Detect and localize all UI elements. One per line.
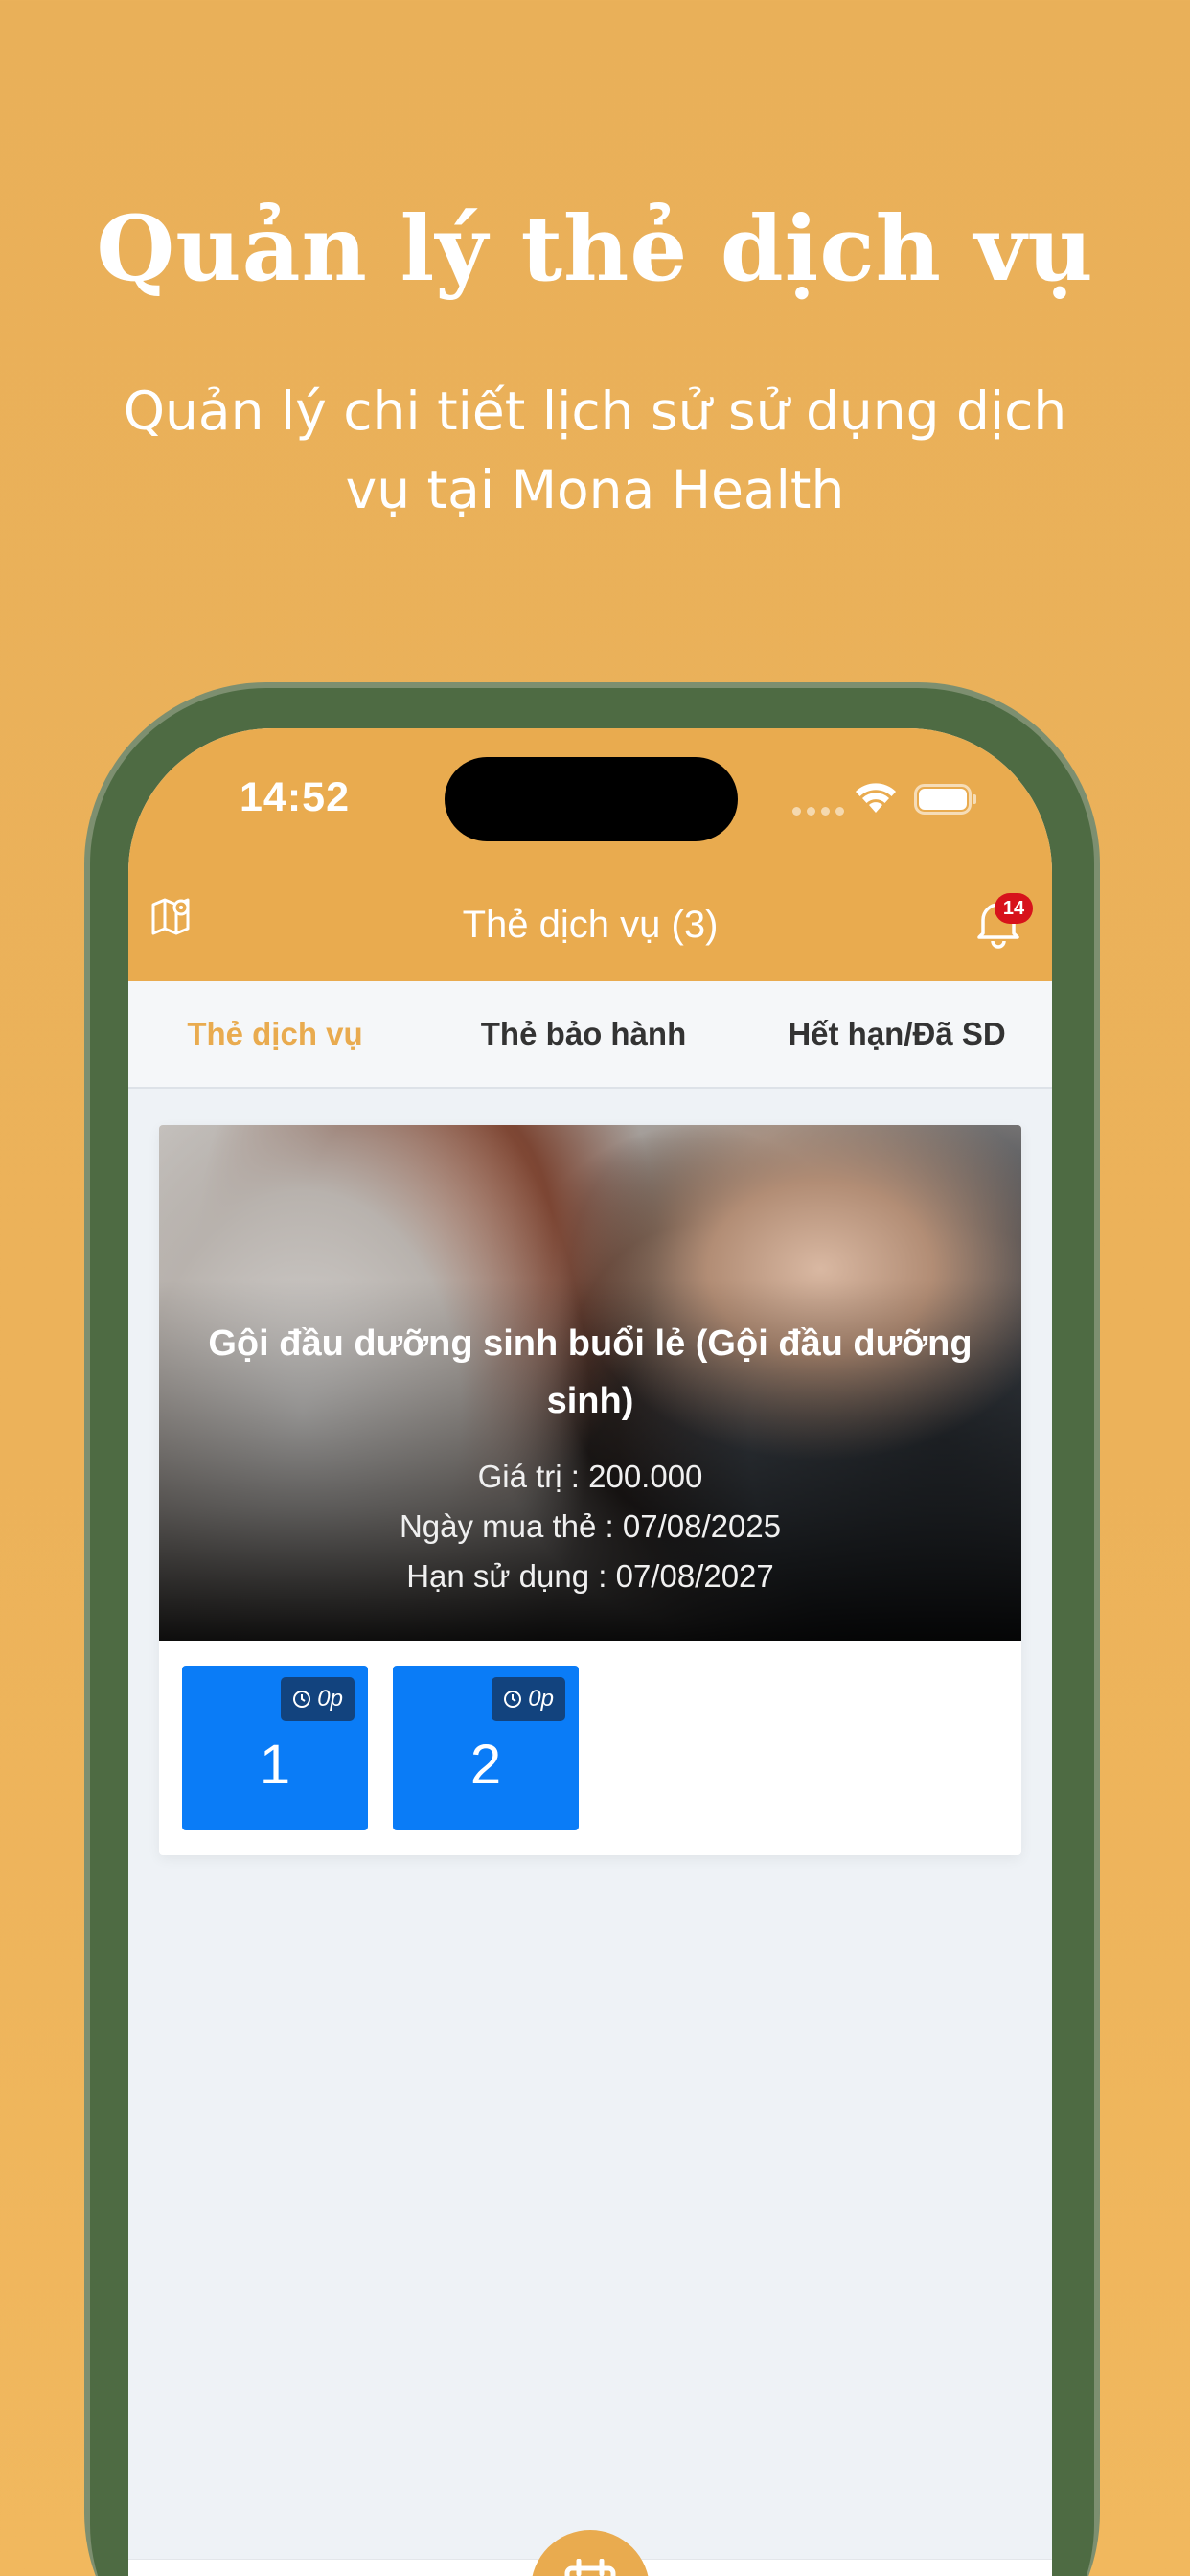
battery-icon	[914, 784, 976, 815]
clock-icon	[504, 1690, 522, 1708]
calendar-button[interactable]	[531, 2530, 650, 2576]
session-number: 1	[259, 1734, 291, 1796]
signal-icon	[792, 807, 844, 816]
session-number: 2	[469, 1734, 502, 1796]
session-tile[interactable]: 0p 2	[393, 1666, 579, 1830]
clock-icon	[293, 1690, 311, 1708]
dynamic-island	[445, 757, 738, 841]
tab-bar: Thẻ dịch vụ Thẻ bảo hành Hết hạn/Đã SD	[128, 981, 1052, 1089]
phone-screen: 14:52 Thẻ dịch vụ (3) 14 Thẻ dịch vụ Thẻ…	[128, 728, 1052, 2576]
tab-service-cards[interactable]: Thẻ dịch vụ	[128, 981, 422, 1087]
session-duration: 0p	[528, 1686, 554, 1712]
service-card-expiry: Hạn sử dụng : 07/08/2027	[406, 1558, 774, 1594]
app-header: 14:52 Thẻ dịch vụ (3) 14	[128, 728, 1052, 981]
service-card-purchase-date: Ngày mua thẻ : 07/08/2025	[399, 1508, 782, 1544]
service-card-title: Gội đầu dưỡng sinh buổi lẻ (Gội đầu dưỡn…	[208, 1323, 973, 1421]
promo-title: Quản lý thẻ dịch vụ	[96, 196, 1094, 302]
service-card[interactable]: Gội đầu dưỡng sinh buổi lẻ (Gội đầu dưỡn…	[159, 1125, 1021, 1855]
session-duration: 0p	[317, 1686, 343, 1712]
status-time: 14:52	[240, 774, 350, 820]
tab-expired-used[interactable]: Hết hạn/Đã SD	[742, 981, 1052, 1087]
promo-subtitle: Quản lý chi tiết lịch sử sử dụng dịch vụ…	[123, 380, 1067, 520]
wifi-icon	[856, 783, 896, 813]
calendar-icon	[564, 2559, 616, 2576]
page-title: Thẻ dịch vụ (3)	[462, 904, 719, 946]
service-card-value: Giá trị : 200.000	[477, 1459, 703, 1494]
session-duration-badge: 0p	[281, 1677, 355, 1721]
session-tile[interactable]: 0p 1	[182, 1666, 368, 1830]
notification-badge: 14	[995, 893, 1033, 924]
tab-warranty-cards[interactable]: Thẻ bảo hành	[437, 981, 730, 1087]
session-duration-badge: 0p	[492, 1677, 565, 1721]
